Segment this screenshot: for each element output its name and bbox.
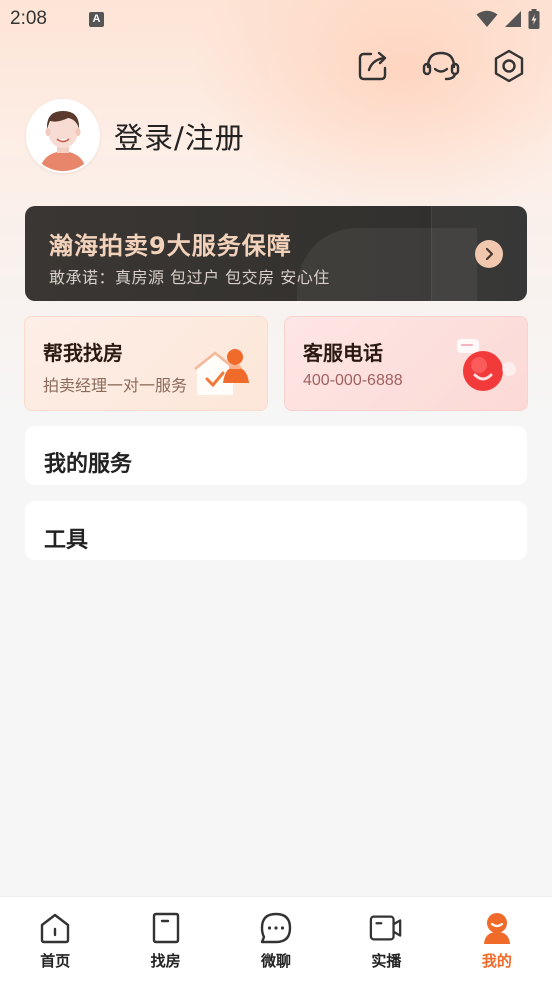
bottom-navigation: 首页 找房 微聊 实播 我的 <box>0 896 552 983</box>
wifi-icon <box>476 10 498 27</box>
service-guarantee-banner[interactable]: 瀚海拍卖9大服务保障 敢承诺：真房源 包过户 包交房 安心住 <box>25 206 527 301</box>
signal-icon <box>505 11 521 27</box>
nav-find-house[interactable]: 找房 <box>110 897 220 983</box>
nav-label: 我的 <box>481 952 512 970</box>
chevron-right-icon <box>485 247 494 261</box>
home-icon <box>41 913 70 944</box>
notification-icon: A <box>88 11 104 27</box>
find-house-card[interactable]: 帮我找房 拍卖经理一对一服务 <box>24 316 268 411</box>
nav-label: 微聊 <box>261 952 292 970</box>
card-title: 客服电话 <box>303 341 383 365</box>
nav-profile[interactable]: 我的 <box>442 897 552 983</box>
find-house-icon <box>152 912 179 944</box>
share-icon <box>358 51 387 81</box>
share-button[interactable] <box>354 47 392 85</box>
avatar[interactable] <box>26 99 100 173</box>
section-title: 工具 <box>44 528 89 553</box>
customer-service-button[interactable] <box>422 47 460 85</box>
settings-button[interactable] <box>490 47 528 85</box>
banner-title: 瀚海拍卖9大服务保障 <box>49 232 292 260</box>
chat-icon <box>260 912 292 944</box>
status-bar: 2:08 A <box>0 0 552 38</box>
headset-icon <box>422 51 460 81</box>
nav-label: 找房 <box>150 952 181 970</box>
video-icon <box>370 915 402 941</box>
battery-icon <box>528 9 540 29</box>
banner-subtitle: 敢承诺：真房源 包过户 包交房 安心住 <box>49 268 330 287</box>
nav-home[interactable]: 首页 <box>0 897 110 983</box>
card-subtitle: 400-000-6888 <box>303 372 403 389</box>
status-time: 2:08 <box>10 8 47 29</box>
house-agent-icon <box>194 349 249 395</box>
nav-live[interactable]: 实播 <box>331 897 441 983</box>
card-title: 帮我找房 <box>43 341 123 365</box>
card-subtitle: 拍卖经理一对一服务 <box>43 376 188 395</box>
nav-label: 首页 <box>40 952 71 970</box>
my-services-section: 我的服务 <box>25 426 527 485</box>
nav-label: 实播 <box>371 952 402 970</box>
customer-hotline-card[interactable]: 客服电话 400-000-6888 <box>284 316 528 411</box>
nav-chat[interactable]: 微聊 <box>221 897 331 983</box>
avatar-icon <box>28 101 98 171</box>
tools-section: 工具 <box>25 501 527 560</box>
section-title: 我的服务 <box>44 452 133 477</box>
login-register-link[interactable]: 登录/注册 <box>114 115 245 157</box>
settings-icon <box>494 49 524 83</box>
profile-icon <box>483 913 510 944</box>
banner-arrow-button[interactable] <box>475 240 503 268</box>
phone-bubble-icon <box>457 339 516 391</box>
